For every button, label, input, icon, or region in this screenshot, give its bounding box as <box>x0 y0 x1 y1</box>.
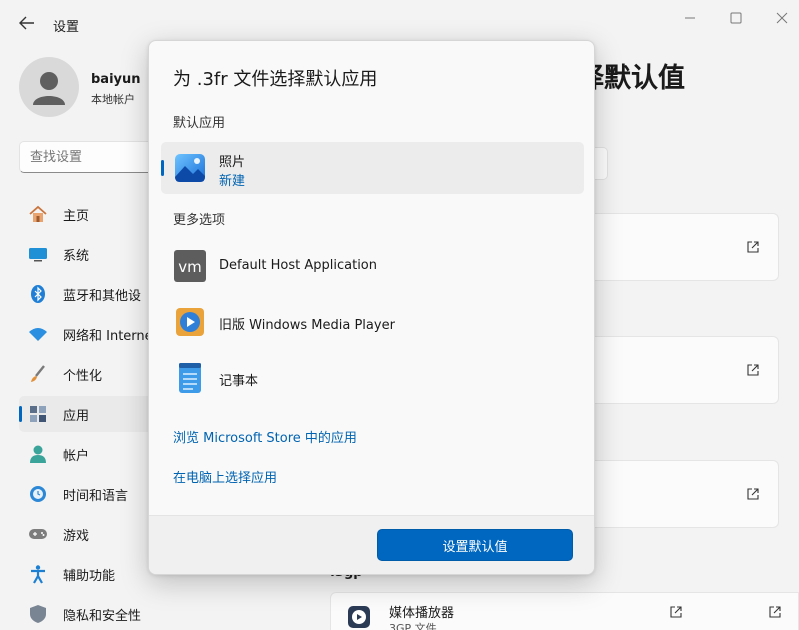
apps-icon <box>30 406 46 422</box>
open-external-icon[interactable] <box>768 605 782 619</box>
title-bar: 设置 <box>0 0 799 44</box>
sidebar-item-privacy[interactable]: 隐私和安全性 <box>19 596 169 630</box>
more-options-section-label: 更多选项 <box>173 213 226 228</box>
dialog-footer: 设置默认值 <box>149 515 594 574</box>
back-arrow-icon[interactable] <box>16 12 38 34</box>
bluetooth-icon <box>31 285 45 303</box>
sidebar-item-apps[interactable]: 应用 <box>19 396 169 432</box>
media-player-icon <box>348 606 370 628</box>
system-icon <box>29 248 47 262</box>
maximize-icon[interactable] <box>726 8 746 28</box>
app-option-default-host[interactable]: vm Default Host Application <box>161 241 584 291</box>
choose-default-app-dialog: 为 .3fr 文件选择默认应用 默认应用 照片 新建 更多选项 vm Defau… <box>148 40 595 575</box>
sidebar-item-time-language[interactable]: 时间和语言 <box>19 476 169 512</box>
sidebar-item-bluetooth[interactable]: 蓝牙和其他设 <box>19 276 169 312</box>
window-title: 设置 <box>53 20 80 35</box>
sidebar-item-accounts[interactable]: 帐户 <box>19 436 169 472</box>
sidebar-item-gaming[interactable]: 游戏 <box>19 516 169 552</box>
open-external-icon[interactable] <box>669 605 683 619</box>
open-external-icon[interactable] <box>746 363 760 377</box>
avatar[interactable] <box>19 57 79 117</box>
brush-icon <box>31 365 45 382</box>
dialog-title: 为 .3fr 文件选择默认应用 <box>173 69 378 90</box>
close-icon[interactable] <box>772 8 792 28</box>
home-icon <box>29 205 47 222</box>
sidebar-item-network[interactable]: 网络和 Interne <box>19 316 169 352</box>
sidebar-item-home[interactable]: 主页 <box>19 196 169 232</box>
active-indicator <box>19 406 22 422</box>
default-app-option-photos[interactable]: 照片 新建 <box>161 142 584 194</box>
open-external-icon[interactable] <box>746 240 760 254</box>
minimize-icon[interactable] <box>680 8 700 28</box>
svg-text:vm: vm <box>178 258 202 276</box>
vmware-icon: vm <box>174 250 206 282</box>
choose-app-on-pc-link[interactable]: 在电脑上选择应用 <box>173 467 277 486</box>
photos-icon <box>175 154 205 182</box>
gamepad-icon <box>29 529 47 539</box>
sidebar-item-accessibility[interactable]: 辅助功能 <box>19 556 169 592</box>
open-external-icon[interactable] <box>746 487 760 501</box>
set-default-button[interactable]: 设置默认值 <box>377 529 573 561</box>
browse-store-link[interactable]: 浏览 Microsoft Store 中的应用 <box>173 427 357 446</box>
user-name: baiyun <box>91 72 141 87</box>
accessibility-icon <box>31 565 45 584</box>
wifi-icon <box>29 328 47 341</box>
media-player-row[interactable]: 媒体播放器 3GP 文件 <box>330 592 799 630</box>
account-icon <box>30 445 46 463</box>
selection-indicator <box>161 160 164 176</box>
default-app-section-label: 默认应用 <box>173 116 226 131</box>
media-player-icon <box>176 308 204 336</box>
notepad-icon <box>179 363 201 393</box>
sidebar-item-personalization[interactable]: 个性化 <box>19 356 169 392</box>
globe-clock-icon <box>30 486 46 502</box>
account-type: 本地帐户 <box>91 93 135 106</box>
shield-icon <box>30 605 46 623</box>
sidebar-item-system[interactable]: 系统 <box>19 236 169 272</box>
app-option-notepad[interactable]: 记事本 <box>161 353 584 403</box>
app-option-windows-media-player[interactable]: 旧版 Windows Media Player <box>161 297 584 347</box>
